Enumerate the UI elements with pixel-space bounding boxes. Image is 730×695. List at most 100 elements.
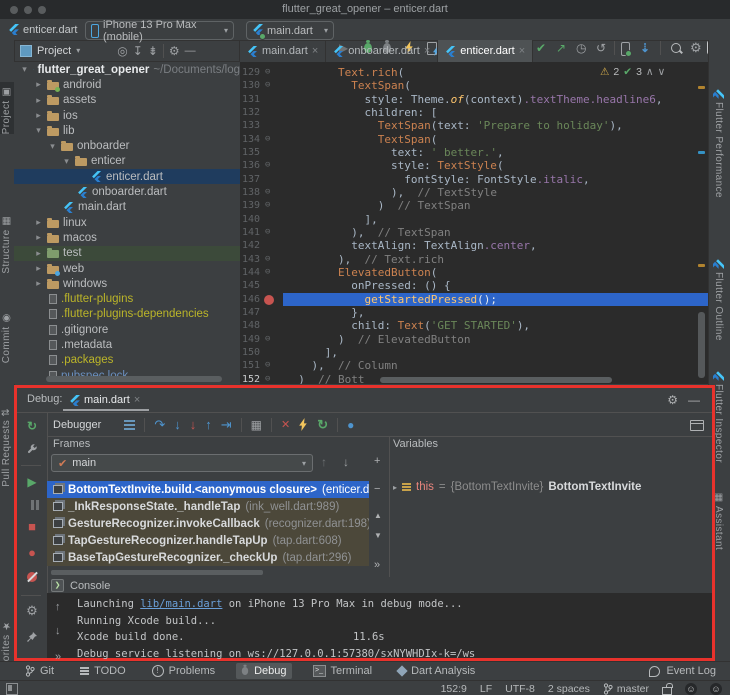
tool-window-toggle-icon[interactable] [6, 683, 18, 695]
code-line-145[interactable]: 145 onPressed: () { [240, 279, 708, 292]
fold-icon[interactable]: ⊖ [265, 66, 270, 79]
tree-item-.flutter-plugins[interactable]: .flutter-plugins [14, 291, 240, 306]
tree-collapse-icon[interactable]: ▸ [34, 232, 43, 243]
tree-item-web[interactable]: ▸ web [14, 261, 240, 276]
tree-collapse-icon[interactable]: ▸ [34, 95, 43, 106]
editor-tab-enticer.dart[interactable]: enticer.dart × [438, 40, 534, 62]
stripe-mark-2[interactable] [698, 264, 705, 267]
tree-item-test[interactable]: ▸ test [14, 245, 240, 261]
toolbar-item-terminal[interactable]: >_ Terminal [308, 663, 378, 679]
tree-collapse-icon[interactable]: ▸ [34, 110, 43, 121]
add-watch-button[interactable]: + [374, 455, 380, 467]
code-line-141[interactable]: 141 ⊖ ), // TextSpan [240, 226, 708, 239]
tree-item-ios[interactable]: ▸ ios [14, 108, 240, 123]
fold-icon[interactable]: ⊖ [265, 253, 270, 266]
step-over-button[interactable]: ↷ [154, 417, 165, 433]
pause-button[interactable] [25, 499, 39, 513]
line-number[interactable]: 134 [240, 133, 260, 146]
git-branch-widget[interactable]: master [603, 683, 649, 695]
editor-vertical-scrollbar[interactable] [698, 312, 705, 378]
devtools-icon[interactable]: ● [347, 418, 354, 432]
code-line-133[interactable]: 133 TextSpan(text: 'Prepare to holiday')… [240, 119, 708, 132]
sidebar-item-structure[interactable]: Structure ▦ [1, 215, 12, 274]
stripe-mark-0[interactable] [698, 86, 705, 89]
stack-frame-1[interactable]: _InkResponseState._handleTap (ink_well.da… [47, 498, 369, 515]
line-number[interactable]: 143 [240, 253, 260, 266]
fold-icon[interactable]: ⊖ [265, 359, 270, 372]
line-number[interactable]: 132 [240, 106, 260, 119]
hot-reload-icon[interactable] [299, 418, 308, 431]
console-output[interactable]: ↑ ↓ » Launching lib/main.dart on iPhone … [47, 593, 712, 676]
line-number[interactable]: 135 [240, 146, 260, 159]
prev-frame-button[interactable]: ↑ [321, 455, 327, 469]
drop-frame-button[interactable]: ✕ [281, 418, 290, 431]
move-up-button[interactable]: ▲ [374, 511, 382, 520]
stripe-mark-1[interactable] [698, 151, 705, 154]
hot-restart-icon[interactable]: ↻ [317, 417, 328, 433]
sidebar-item-flutter-outline[interactable]: Flutter Outline [713, 258, 724, 341]
code-line-143[interactable]: 143 ⊖ ), // Text.rich [240, 253, 708, 266]
fold-icon[interactable]: ⊖ [265, 226, 270, 239]
line-number[interactable]: 146 [240, 293, 260, 306]
hide-panel-button[interactable]: — [185, 45, 196, 57]
tree-item-macos[interactable]: ▸ macos [14, 230, 240, 245]
thread-selector[interactable]: ✔ main ▾ [51, 454, 313, 472]
toolbar-item-todo[interactable]: TODO [75, 663, 131, 679]
code-line-149[interactable]: 149 ⊖ ) // ElevatedButton [240, 333, 708, 346]
evaluate-expression-button[interactable]: ▦ [251, 418, 262, 432]
collapse-all-button[interactable]: ↧ [133, 44, 143, 58]
sidebar-item-project[interactable]: Project ▣ [1, 86, 12, 134]
smiley-icon-2[interactable]: ☺ [710, 682, 722, 695]
fold-icon[interactable]: ⊖ [265, 79, 270, 92]
project-settings-icon[interactable]: ⚙ [169, 44, 180, 58]
threads-view-icon[interactable] [124, 419, 136, 422]
sidebar-item-commit[interactable]: Commit ◉ [1, 312, 12, 363]
code-line-144[interactable]: 144 ⊖ ElevatedButton( [240, 266, 708, 279]
tree-item-main.dart[interactable]: main.dart [14, 200, 240, 215]
edit-configuration-button[interactable] [25, 443, 39, 458]
breadcrumb[interactable]: enticer.dart [8, 21, 77, 38]
line-number[interactable]: 139 [240, 199, 260, 212]
scroll-down-button[interactable]: ↓ [55, 625, 61, 637]
layout-settings-icon[interactable] [690, 420, 704, 431]
line-number[interactable]: 138 [240, 186, 260, 199]
code-line-137[interactable]: 137 fontStyle: FontStyle.italic, [240, 173, 708, 186]
tree-item-windows[interactable]: ▸ windows [14, 276, 240, 291]
variable-row-this[interactable]: ▸ this = {BottomTextInvite} BottomTextIn… [393, 481, 641, 493]
line-number[interactable]: 140 [240, 213, 260, 226]
chevron-down-icon[interactable]: ▾ [76, 46, 80, 55]
code-line-148[interactable]: 148 child: Text('GET STARTED'), [240, 319, 708, 332]
fold-icon[interactable]: ⊖ [265, 373, 270, 384]
editor-tab-onboarder.dart[interactable]: onboarder.dart × [326, 40, 439, 62]
editor-tab-main.dart[interactable]: main.dart × [240, 40, 327, 62]
rerun-button[interactable]: ↻ [25, 419, 39, 433]
line-number[interactable]: 130 [240, 79, 260, 92]
toolbar-item-git[interactable]: Git [20, 663, 59, 679]
step-into-button[interactable]: ↓ [174, 417, 181, 432]
indent-style[interactable]: 2 spaces [548, 683, 590, 695]
code-line-138[interactable]: 138 ⊖ ), // TextStyle [240, 186, 708, 199]
smiley-icon[interactable]: ☺ [685, 682, 697, 695]
expand-icon[interactable]: ▸ [393, 483, 397, 492]
tree-item-enticer[interactable]: ▾ enticer [14, 154, 240, 169]
tree-expand-icon[interactable]: ▾ [20, 64, 29, 75]
line-number[interactable]: 131 [240, 93, 260, 106]
code-line-140[interactable]: 140 ], [240, 213, 708, 226]
fold-icon[interactable]: ⊖ [265, 133, 270, 146]
run-to-cursor-button[interactable]: ⇥ [221, 417, 232, 433]
tab-close-icon[interactable]: × [424, 45, 430, 57]
mute-breakpoints-button[interactable] [25, 571, 39, 585]
tree-item-enticer.dart[interactable]: enticer.dart [14, 169, 240, 185]
tab-close-icon[interactable]: × [312, 45, 318, 57]
view-breakpoints-button[interactable]: ● [25, 545, 39, 560]
code-line-134[interactable]: 134 ⊖ TextSpan( [240, 133, 708, 146]
code-line-136[interactable]: 136 ⊖ style: TextStyle( [240, 159, 708, 172]
sidebar-item-flutter-performance[interactable]: Flutter Performance [713, 88, 724, 198]
scroll-up-button[interactable]: ↑ [55, 601, 61, 613]
tree-item-assets[interactable]: ▸ assets [14, 93, 240, 108]
tree-item-.flutter-plugins-dependencies[interactable]: .flutter-plugins-dependencies [14, 307, 240, 322]
stack-frame-4[interactable]: BaseTapGestureRecognizer._checkUp (tap.da… [47, 549, 369, 566]
tree-item-.packages[interactable]: .packages [14, 353, 240, 368]
step-out-button[interactable]: ↑ [205, 417, 212, 432]
line-number[interactable]: 144 [240, 266, 260, 279]
